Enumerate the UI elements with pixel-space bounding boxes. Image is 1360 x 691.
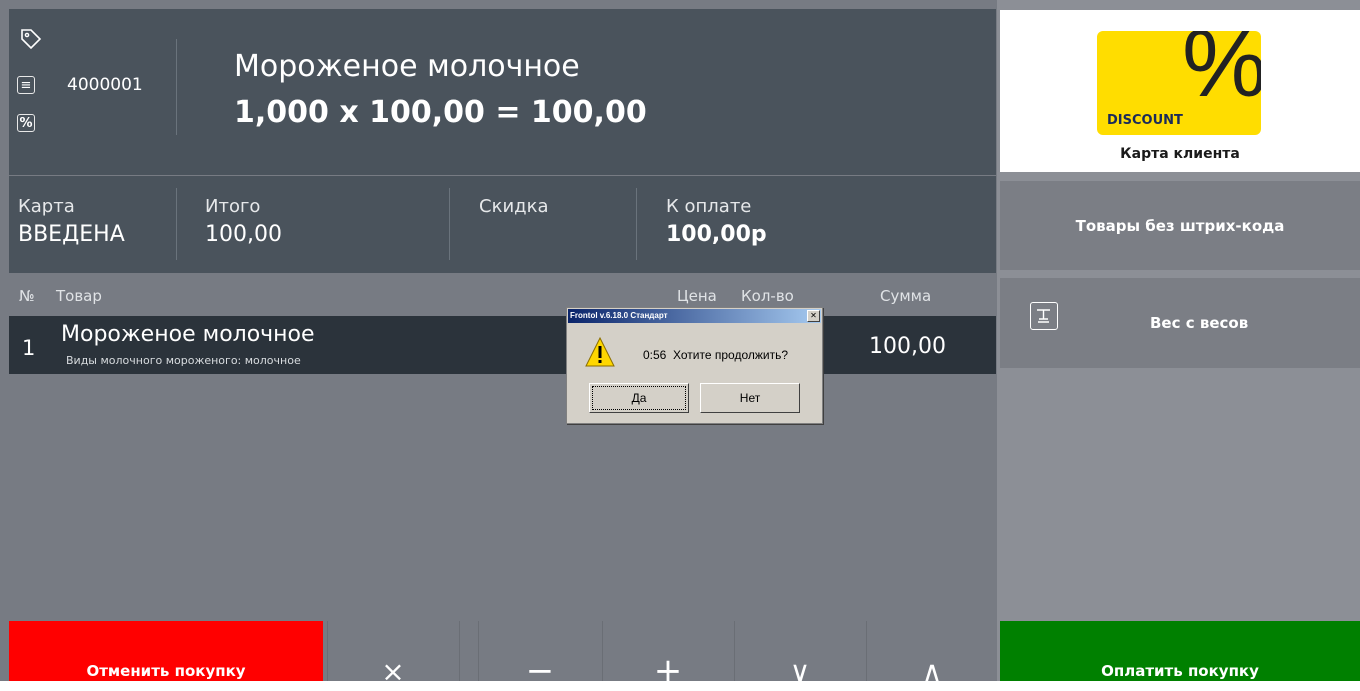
up-button[interactable]: ∧ xyxy=(866,621,997,688)
plus-button[interactable]: + xyxy=(602,621,733,691)
close-icon: × xyxy=(381,654,405,688)
dialog-message: 0:56 Хотите продолжить? xyxy=(643,348,789,362)
dialog-yes-button[interactable]: Да xyxy=(589,383,689,413)
discount-card-image: % DISCOUNT xyxy=(1097,31,1261,135)
chevron-up-icon: ∧ xyxy=(921,654,943,688)
row-sum: 100,00 xyxy=(869,334,946,359)
card-value: ВВЕДЕНА xyxy=(18,222,125,247)
dialog-no-label: Нет xyxy=(739,391,761,405)
no-barcode-button[interactable]: Товары без штрих-кода xyxy=(1000,181,1360,270)
plus-icon: + xyxy=(653,651,683,691)
row-number: 1 xyxy=(22,336,36,360)
total-label: Итого xyxy=(205,196,261,217)
client-card-button[interactable]: % DISCOUNT Карта клиента xyxy=(1000,10,1360,172)
to-pay-value: 100,00р xyxy=(666,222,767,247)
row-product-subtitle: Виды молочного мороженого: молочное xyxy=(66,354,301,367)
discount-label: Скидка xyxy=(479,196,549,217)
cancel-purchase-button[interactable]: Отменить покупку xyxy=(9,621,323,681)
pay-button-label: Оплатить покупку xyxy=(1101,662,1259,680)
no-barcode-label: Товары без штрих-кода xyxy=(1075,216,1285,235)
percent-icon: % xyxy=(1182,31,1261,117)
minus-icon: − xyxy=(525,651,555,691)
delete-button[interactable]: × xyxy=(327,621,458,688)
dialog-close-button[interactable]: ✕ xyxy=(807,310,820,322)
warning-icon xyxy=(585,336,615,368)
minus-button[interactable]: − xyxy=(478,621,601,691)
scale-icon xyxy=(1030,302,1058,330)
dialog-title: Frontol v.6.18.0 Стандарт xyxy=(568,309,821,323)
dialog-title-text: Frontol v.6.18.0 Стандарт xyxy=(570,311,668,320)
cancel-purchase-label: Отменить покупку xyxy=(86,662,246,680)
col-header-item: Товар xyxy=(56,287,102,305)
product-calculation: 1,000 x 100,00 = 100,00 xyxy=(234,95,647,130)
dialog-yes-label: Да xyxy=(631,391,647,405)
col-header-sum: Сумма xyxy=(880,287,932,305)
weight-button[interactable]: Вес с весов xyxy=(1000,278,1360,368)
col-header-qty: Кол-во xyxy=(741,287,794,305)
tag-icon[interactable] xyxy=(19,27,43,51)
client-card-label: Карта клиента xyxy=(1120,146,1240,162)
confirm-dialog: Frontol v.6.18.0 Стандарт ✕ 0:56 Хотите … xyxy=(566,307,823,424)
card-label: Карта xyxy=(18,196,75,217)
product-name: Мороженое молочное xyxy=(234,49,580,84)
discount-logo-text: DISCOUNT xyxy=(1107,113,1183,128)
list-icon[interactable]: ≡ xyxy=(17,76,35,94)
product-code: 4000001 xyxy=(67,75,143,95)
to-pay-label: К оплате xyxy=(666,196,752,217)
weight-label: Вес с весов xyxy=(1150,314,1249,332)
table-row[interactable]: 1 Мороженое молочное Виды молочного моро… xyxy=(9,316,996,374)
pay-button[interactable]: Оплатить покупку xyxy=(1000,621,1360,681)
col-header-num: № xyxy=(19,287,35,305)
row-product-name: Мороженое молочное xyxy=(61,322,315,347)
total-value: 100,00 xyxy=(205,222,282,247)
percent-icon[interactable]: % xyxy=(17,114,35,132)
product-info-bar: ≡ % 4000001 Мороженое молочное 1,000 x 1… xyxy=(9,9,996,175)
totals-bar: Карта ВВЕДЕНА Итого 100,00 Скидка К опла… xyxy=(9,176,996,273)
col-header-price: Цена xyxy=(677,287,717,305)
down-button[interactable]: ∨ xyxy=(734,621,865,688)
chevron-down-icon: ∨ xyxy=(789,654,811,688)
dialog-no-button[interactable]: Нет xyxy=(700,383,800,413)
divider-blank xyxy=(459,621,477,681)
